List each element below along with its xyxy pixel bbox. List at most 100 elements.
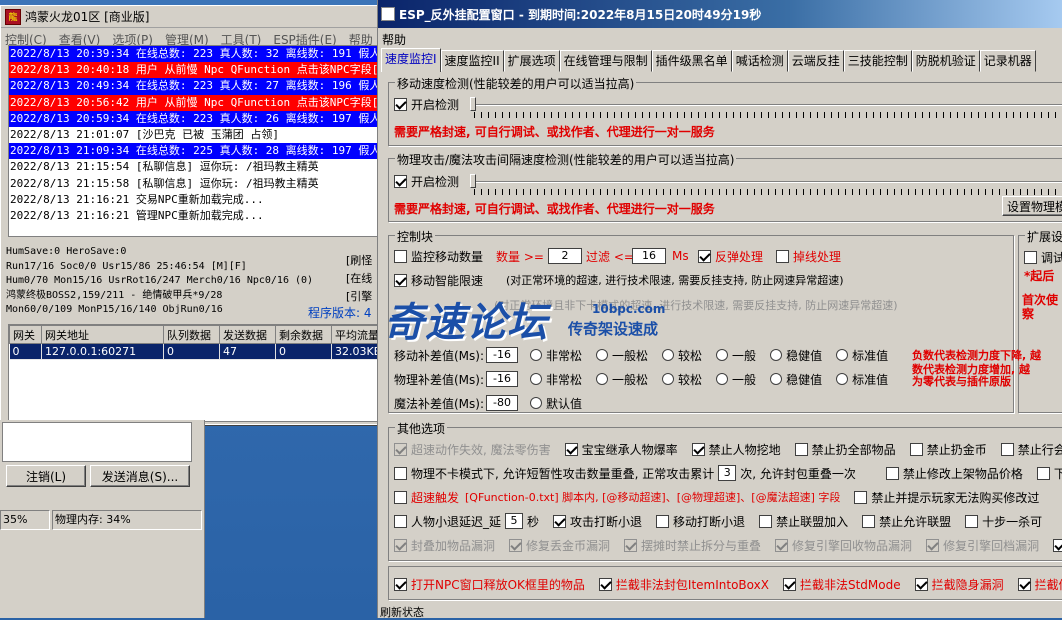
tab-online-management[interactable]: 在线管理与限制 — [559, 50, 652, 72]
radio-option[interactable]: 较松 — [662, 347, 702, 364]
radio-option[interactable]: 标准值 — [836, 347, 888, 364]
magic-fix-input[interactable]: -80 — [486, 395, 518, 411]
col-sent[interactable]: 发送数据 — [219, 325, 276, 344]
radio-option[interactable]: 稳健值 — [770, 347, 822, 364]
option-checkbox[interactable]: 打开NPC窗口释放OK框里的物品 — [394, 576, 585, 593]
dropline-checkbox[interactable]: 掉线处理 — [776, 247, 841, 265]
col-avg-traffic[interactable]: 平均流量 — [331, 325, 377, 344]
radio-option[interactable]: 较松 — [662, 371, 702, 388]
send-message-button[interactable]: 发送消息(S)... — [90, 465, 190, 487]
option-checkbox[interactable]: 修复引擎回档漏洞 — [926, 537, 1039, 554]
tab-speed-monitor-2[interactable]: 速度监控II — [440, 50, 504, 72]
col-gateway[interactable]: 网关 — [9, 325, 42, 344]
tab-anti-offline[interactable]: 防脱机验证 — [911, 50, 980, 72]
move-detect-checkbox[interactable]: 开启检测 — [394, 95, 459, 113]
menu-help[interactable]: 帮助 — [382, 31, 406, 48]
ms-label: Ms — [672, 249, 689, 263]
radio-option[interactable]: 稳健值 — [770, 371, 822, 388]
option-checkbox[interactable]: 宝宝继承人物爆率 — [564, 441, 678, 458]
radio-option[interactable]: 一般松 — [596, 371, 648, 388]
option-checkbox[interactable]: 下菜 — [1036, 465, 1062, 482]
filter-input[interactable]: 16 — [632, 248, 666, 264]
option-checkbox[interactable]: 超速触发 — [394, 489, 459, 506]
logout-button[interactable]: 注销(L) — [6, 465, 86, 487]
radio-option[interactable]: 默认值 — [530, 395, 582, 412]
tab-three-skill[interactable]: 三技能控制 — [843, 50, 912, 72]
log-line: 2022/8/13 20:39:34 在线总数: 223 真人数: 32 离线数… — [9, 46, 377, 63]
tab-plugin-blacklist[interactable]: 插件级黑名单 — [651, 50, 732, 72]
server-log-list[interactable]: 2022/8/13 20:39:34 在线总数: 223 真人数: 32 离线数… — [8, 45, 378, 237]
slider-thumb[interactable] — [470, 174, 476, 188]
option-checkbox[interactable]: 修复丢金币漏洞 — [509, 537, 610, 554]
option-checkbox[interactable]: 攻击打断小退 — [553, 513, 642, 530]
option-checkbox[interactable]: 禁止修改上架物品价格 — [885, 465, 1023, 482]
radio-option[interactable]: 一般 — [716, 347, 756, 364]
option-checkbox[interactable]: 摆摊时禁止拆分与重叠 — [624, 537, 761, 554]
checkbox-icon — [698, 249, 711, 263]
option-checkbox[interactable]: 拦截非法StdMode — [782, 576, 901, 593]
delay-input[interactable]: 5 — [505, 513, 524, 529]
tab-shout-detect[interactable]: 喊话检测 — [731, 50, 788, 72]
phys-fix-input[interactable]: -16 — [486, 371, 518, 387]
tab-extended-options[interactable]: 扩展选项 — [503, 50, 560, 72]
move-speed-slider[interactable] — [472, 104, 1062, 106]
tab-cloud-anticheat[interactable]: 云端反挂 — [787, 50, 844, 72]
option-checkbox[interactable]: 物理不卡模式下, 允许短暂性攻击数量重叠, 正常攻击累计 — [394, 465, 714, 482]
option-checkbox[interactable]: 拦截隐身漏洞 — [914, 576, 1004, 593]
esp-titlebar[interactable]: ESP_反外挂配置窗口 - 到期时间:2022年8月15日20时49分19秒 — [378, 0, 1062, 28]
gateway-table[interactable]: 网关 网关地址 队列数据 发送数据 剩余数据 平均流量 0 127.0.0.1:… — [8, 324, 378, 422]
attack-detect-checkbox[interactable]: 开启检测 — [394, 172, 459, 190]
option-checkbox[interactable]: 人物小退延迟_延 — [394, 513, 501, 530]
option-checkbox[interactable]: 移动打断小退 — [656, 513, 745, 530]
debug-checkbox[interactable]: 调试 — [1024, 248, 1062, 266]
message-box[interactable] — [2, 422, 192, 462]
move-fix-input[interactable]: -16 — [486, 347, 518, 363]
status-cpu: 35% — [0, 510, 50, 530]
radio-icon — [836, 373, 849, 385]
rebound-checkbox[interactable]: 反弹处理 — [698, 247, 763, 265]
checkbox-label: 掉线处理 — [793, 249, 842, 264]
option-checkbox[interactable]: 开 — [1053, 537, 1062, 554]
option-checkbox[interactable]: 禁止联盟加入 — [759, 513, 848, 530]
radio-option[interactable]: 非常松 — [530, 347, 582, 364]
radio-option[interactable]: 一般 — [716, 371, 756, 388]
radio-icon — [770, 349, 783, 361]
smart-limit-checkbox[interactable]: 移动智能限速 — [394, 271, 483, 289]
option-checkbox[interactable]: 禁止允许联盟 — [862, 513, 951, 530]
option-checkbox[interactable]: 禁止行会 — [1000, 441, 1062, 458]
col-gateway-address[interactable]: 网关地址 — [41, 325, 164, 344]
count-label: 数量 >= — [496, 249, 544, 264]
option-checkbox[interactable]: 封叠加物品漏洞 — [394, 537, 495, 554]
radio-option[interactable]: 标准值 — [836, 371, 888, 388]
count-input[interactable]: 2 — [548, 248, 582, 264]
radio-icon — [716, 373, 729, 385]
tab-record-machine[interactable]: 记录机器 — [979, 50, 1036, 72]
monitor-move-count-checkbox[interactable]: 监控移动数量 — [394, 247, 483, 265]
col-queue[interactable]: 队列数据 — [163, 325, 220, 344]
col-remaining[interactable]: 剩余数据 — [275, 325, 332, 344]
other-options-row-2: 物理不卡模式下, 允许短暂性攻击数量重叠, 正常攻击累计 3 次, 允许封包重叠… — [394, 464, 1062, 482]
set-physical-mode-button[interactable]: 设置物理模 — [1002, 196, 1062, 216]
checkbox-icon — [656, 514, 670, 528]
option-checkbox[interactable]: 禁止扔金币 — [909, 441, 987, 458]
checkbox-icon — [553, 514, 567, 528]
option-checkbox[interactable]: 禁止扔全部物品 — [794, 441, 896, 458]
table-row[interactable]: 0 127.0.0.1:60271 0 47 0 32.03KB — [9, 343, 377, 360]
attack-speed-slider[interactable] — [472, 181, 1062, 183]
option-checkbox[interactable]: 修复引擎回收物品漏洞 — [775, 537, 912, 554]
option-checkbox[interactable]: 禁止人物挖地 — [691, 441, 781, 458]
option-checkbox[interactable]: 拦截修理刷 — [1017, 576, 1062, 593]
option-checkbox[interactable]: 禁止并提示玩家无法购买修改过 — [854, 489, 1039, 506]
radio-option[interactable]: 非常松 — [530, 371, 582, 388]
checkbox-icon — [394, 249, 407, 263]
option-checkbox[interactable]: 十步一杀可 — [965, 513, 1042, 530]
option-checkbox[interactable]: 拦截非法封包ItemIntoBoxX — [598, 576, 769, 593]
checkbox-icon — [1053, 538, 1062, 552]
slider-thumb[interactable] — [470, 97, 476, 111]
overlap-count-input[interactable]: 3 — [718, 465, 737, 481]
server-console-titlebar[interactable]: 龍 鸿蒙火龙01区 [商业版] — [1, 6, 377, 28]
ext-note: *起后 — [1024, 268, 1055, 283]
tab-speed-monitor-1[interactable]: 速度监控I — [381, 48, 441, 72]
option-checkbox[interactable]: 超速动作失效, 魔法零伤害 — [394, 441, 551, 458]
radio-option[interactable]: 一般松 — [596, 347, 648, 364]
